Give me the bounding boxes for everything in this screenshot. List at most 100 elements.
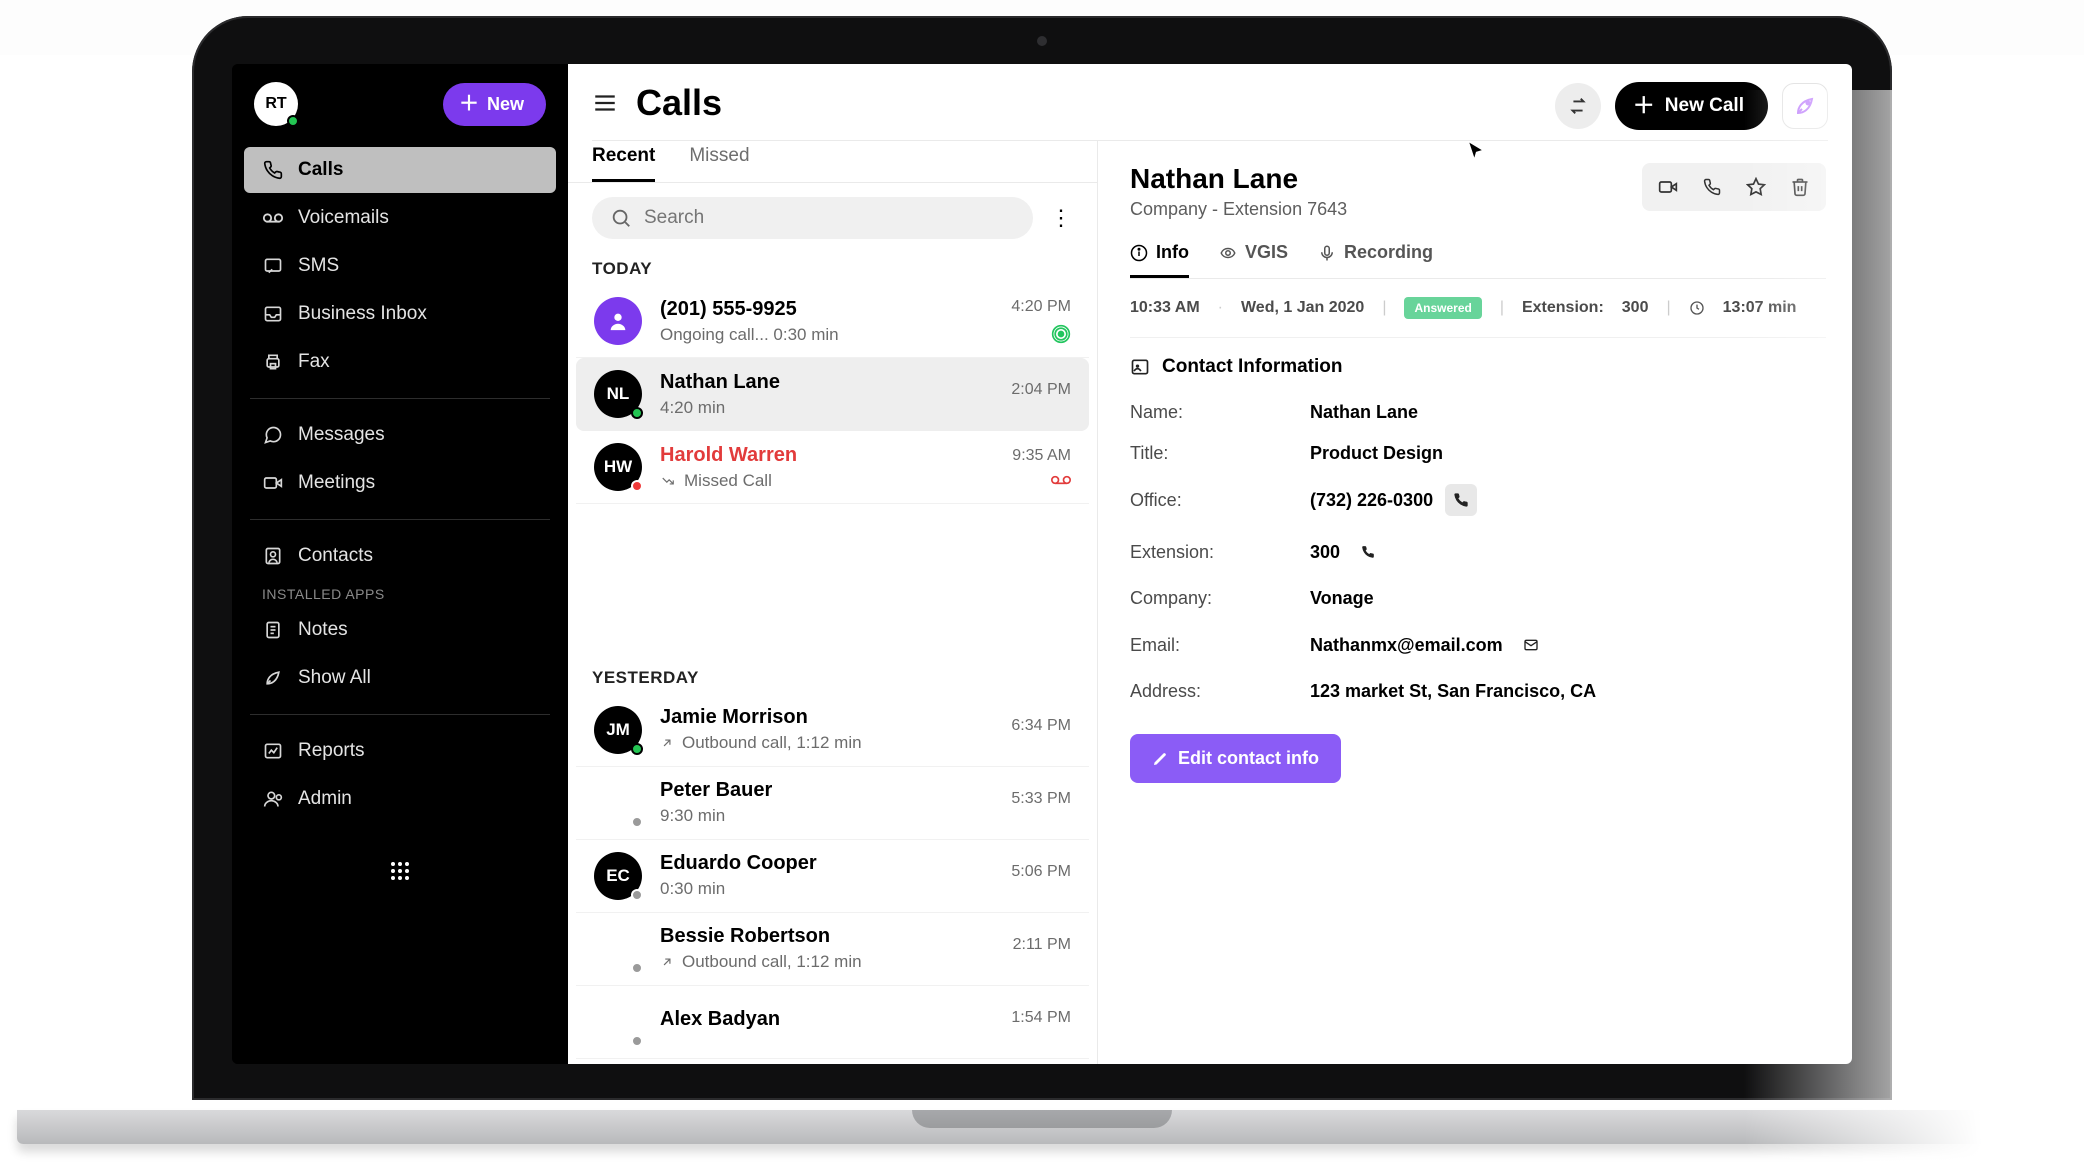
new-button[interactable]: ＋ New [443,83,546,126]
detail-pane: Nathan Lane Company - Extension 7643 [1098,141,1852,1064]
search-bar[interactable] [592,197,1033,239]
presence-dot [287,115,299,127]
reports-icon [262,740,284,762]
call-title: Harold Warren [660,444,994,467]
divider [250,398,550,399]
sidebar-item-label: Contacts [298,545,373,567]
new-call-button[interactable]: ＋ New Call [1615,82,1768,130]
page-title: Calls [636,82,722,124]
edit-contact-button[interactable]: Edit contact info [1130,734,1341,783]
call-title: Nathan Lane [660,371,993,394]
main-area: Calls ＋ New Call [568,64,1852,1064]
app-screen: RT ＋ New Calls Voicemai [232,64,1852,1064]
sidebar-item-label: Reports [298,740,365,762]
call-side-icon [1051,473,1071,487]
call-item[interactable]: EC Eduardo Cooper 0:30 min 5:06 PM [576,840,1089,913]
call-title: Alex Badyan [660,1008,993,1031]
sidebar-item-fax[interactable]: Fax [244,339,556,385]
sidebar-item-calls[interactable]: Calls [244,147,556,193]
call-time: 9:35 AM [1012,447,1071,465]
call-icon[interactable] [1694,169,1730,205]
sidebar-item-notes[interactable]: Notes [244,607,556,653]
sidebar-item-voicemails[interactable]: Voicemails [244,195,556,241]
fax-icon [262,351,284,373]
call-item[interactable]: Alex Badyan 1:54 PM [576,986,1089,1059]
meta-ext-label: Extension: [1522,299,1604,317]
field-name: Name:Nathan Lane [1130,392,1826,433]
sidebar-item-admin[interactable]: Admin [244,776,556,822]
video-icon[interactable] [1650,169,1686,205]
calls-tabs: Recent Missed [568,141,1097,182]
laptop-notch [912,1110,1172,1128]
sidebar-item-contacts[interactable]: Contacts [244,533,556,579]
installed-apps-label: INSTALLED APPS [244,580,556,606]
call-item[interactable]: JM Jamie Morrison Outbound call, 1:12 mi… [576,694,1089,767]
sidebar-item-label: Admin [298,788,352,810]
laptop-camera [1037,36,1047,46]
star-icon[interactable] [1738,169,1774,205]
email-icon[interactable] [1515,629,1547,661]
dialpad-icon[interactable] [380,851,420,891]
call-item[interactable]: Peter Bauer 9:30 min 5:33 PM [576,767,1089,840]
sidebar-item-showall[interactable]: Show All [244,655,556,701]
mouse-cursor-icon [1466,141,1486,161]
sidebar-item-sms[interactable]: SMS [244,243,556,289]
voicemail-icon [262,207,284,229]
sidebar-item-label: Voicemails [298,207,389,229]
contact-info-header: Contact Information [1130,356,1826,378]
field-title: Title:Product Design [1130,433,1826,474]
transfer-icon[interactable] [1555,83,1601,129]
contact-card-icon [1130,357,1150,377]
tab-missed[interactable]: Missed [689,145,749,182]
detail-tab-recording[interactable]: Recording [1318,242,1433,278]
new-button-label: New [487,94,524,115]
sidebar-item-meetings[interactable]: Meetings [244,460,556,506]
meta-ext-value: 300 [1622,299,1649,317]
call-title: (201) 555-9925 [660,298,993,321]
call-subtitle: Missed Call [660,471,994,491]
call-office-icon[interactable] [1445,484,1477,516]
more-options-icon[interactable]: ⋮ [1049,202,1073,234]
search-input[interactable] [644,207,1015,229]
field-address: Address:123 market St, San Francisco, CA [1130,671,1826,712]
user-initials: RT [265,95,286,113]
hamburger-menu-icon[interactable] [592,90,618,116]
rocket-launch-icon[interactable] [1782,83,1828,129]
tab-recent[interactable]: Recent [592,145,655,182]
sidebar-item-business-inbox[interactable]: Business Inbox [244,291,556,337]
call-extension-icon[interactable] [1352,536,1384,568]
call-item[interactable]: Bessie Robertson Outbound call, 1:12 min… [576,913,1089,986]
sidebar-item-messages[interactable]: Messages [244,412,556,458]
call-item[interactable]: NL Nathan Lane 4:20 min 2:04 PM [576,358,1089,431]
call-time: 2:11 PM [1013,936,1071,954]
trash-icon[interactable] [1782,169,1818,205]
call-time: 2:04 PM [1011,381,1071,399]
group-today: TODAY [568,247,1097,285]
group-yesterday: YESTERDAY [568,656,1097,694]
detail-tab-vgis[interactable]: VGIS [1219,242,1288,278]
call-subtitle: 0:30 min [660,879,993,899]
call-time: 5:33 PM [1011,790,1071,808]
phone-icon [262,159,284,181]
call-item[interactable]: HW Harold Warren Missed Call 9:35 AM [576,431,1089,504]
call-item[interactable]: (201) 555-9925 Ongoing call... 0:30 min … [576,285,1089,358]
sidebar-item-reports[interactable]: Reports [244,728,556,774]
user-avatar[interactable]: RT [254,82,298,126]
call-subtitle: 4:20 min [660,398,993,418]
field-company: Company:Vonage [1130,578,1826,619]
call-title: Peter Bauer [660,779,993,802]
sidebar: RT ＋ New Calls Voicemai [232,64,568,1064]
detail-tab-info[interactable]: Info [1130,242,1189,278]
notes-icon [262,619,284,641]
sidebar-item-label: Business Inbox [298,303,427,325]
call-title: Bessie Robertson [660,925,995,948]
call-list-yesterday: JM Jamie Morrison Outbound call, 1:12 mi… [568,694,1097,1065]
call-meta-row: 10:33 AM · Wed, 1 Jan 2020 | Answered | … [1130,279,1826,338]
call-title: Jamie Morrison [660,706,993,729]
calls-column: Recent Missed ⋮ TODAY [568,141,1098,1064]
call-subtitle: Ongoing call... 0:30 min [660,325,993,345]
sidebar-item-label: Notes [298,619,348,641]
sidebar-item-label: Show All [298,667,371,689]
sidebar-item-label: SMS [298,255,339,277]
call-subtitle: Outbound call, 1:12 min [660,952,995,972]
